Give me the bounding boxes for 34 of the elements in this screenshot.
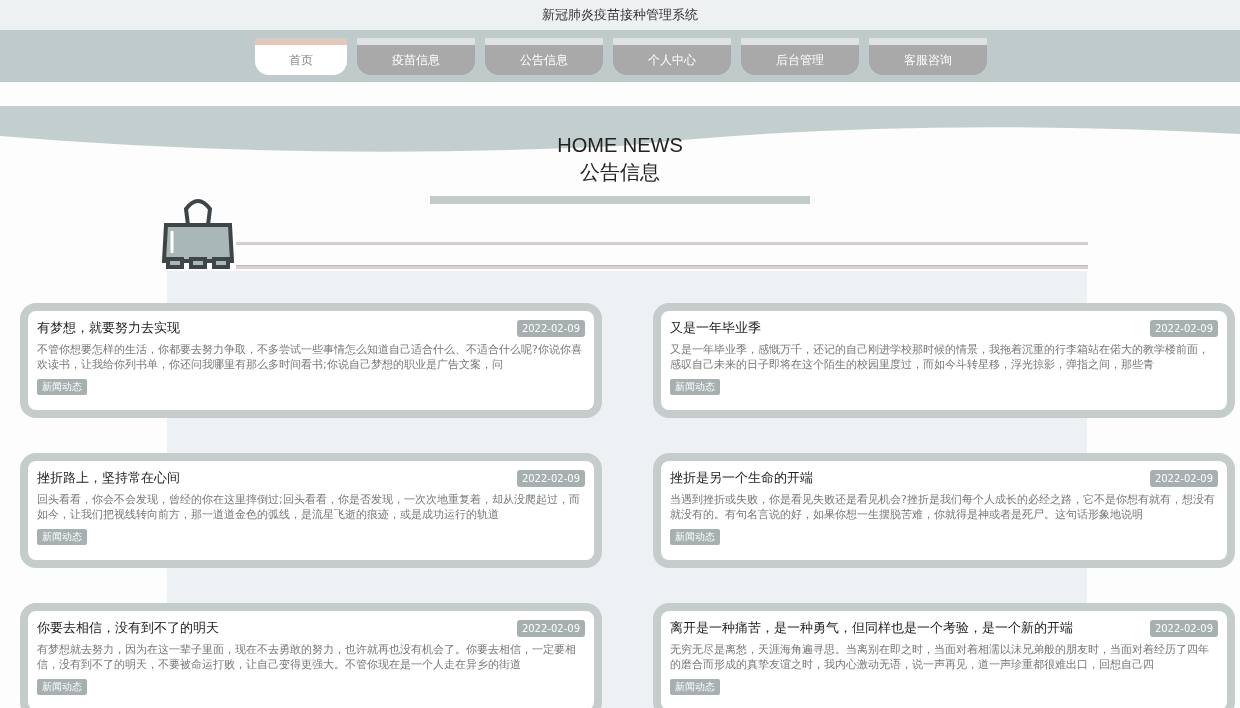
news-card[interactable]: 有梦想，就要努力去实现 2022-02-09 不管你想要怎样的生活，你都要去努力争取，不多尝试一些事情怎么知道自己适合什么、不适合什么呢?你说你喜欢读书，让我给你列书单，你还问我哪里有那么多时间看书;你说自己梦想的职业是广告文案，问 新闻动态	[20, 303, 602, 418]
news-title: 又是一年毕业季	[670, 319, 761, 337]
news-card[interactable]: 你要去相信，没有到不了的明天 2022-02-09 有梦想就去努力，因为在这一辈子里面，现在不去勇敢的努力，也许就再也没有机会了。你要去相信，一定要相信，没有到不了的明天，不要被命运打败，让自己变得更强大。不管你现在是一个人走在异乡的街道 新闻动态	[20, 603, 602, 708]
news-date: 2022-02-09	[1149, 319, 1218, 337]
news-tag: 新闻动态	[670, 529, 720, 545]
news-title: 离开是一种痛苦，是一种勇气，但同样也是一个考验，是一个新的开端	[670, 619, 1073, 637]
section-title: 公告信息	[580, 159, 660, 186]
news-excerpt: 无穷无尽是离愁，天涯海角遍寻思。当离别在即之时，当面对着相濡以沫兄弟般的朋友时，当面对着经历了四年的磨合而形成的真挚友谊之时，我内心激动无语，说一声再见，道一声珍重都很难出口，回想自己四	[670, 642, 1210, 672]
news-card[interactable]: 挫折路上，坚持常在心间 2022-02-09 回头看看，你会不会发现，曾经的你在这里摔倒过;回头看看，你是否发现，一次次地重复着，却从没爬起过，而如今，让我们把视线转向前方，那一道道金色的弧线，是流星飞逝的痕迹，或是成功运行的轨道 新闻动态	[20, 453, 602, 568]
news-excerpt: 又是一年毕业季，感慨万千，还记的自己刚进学校那时候的情景，我拖着沉重的行李箱站在偌大的教学楼前面，感叹自己未来的日子即将在这个陌生的校园里度过，而如今斗转星移，浮光掠影，弹指之间，那些青	[670, 342, 1210, 372]
site-title: 新冠肺炎疫苗接种管理系统	[542, 6, 698, 24]
news-title: 挫折是另一个生命的开端	[670, 469, 813, 487]
news-date: 2022-02-09	[516, 469, 585, 487]
news-date: 2022-02-09	[516, 319, 585, 337]
news-card[interactable]: 离开是一种痛苦，是一种勇气，但同样也是一个考验，是一个新的开端 2022-02-09 无穷无尽是离愁，天涯海角遍寻思。当离别在即之时，当面对着相濡以沫兄弟般的朋友时，当面对着经历了四年的磨合而形成的真挚友谊之时，我内心激动无语，说一声再见，道一声珍重都很难出口，回想自己四 新闻动态	[653, 603, 1235, 708]
news-tag: 新闻动态	[37, 379, 87, 395]
news-card[interactable]: 又是一年毕业季 2022-02-09 又是一年毕业季，感慨万千，还记的自己刚进学校那时候的情景，我拖着沉重的行李箱站在偌大的教学楼前面，感叹自己未来的日子即将在这个陌生的校园里度过，而如今斗转星移，浮光掠影，弹指之间，那些青 新闻动态	[653, 303, 1235, 418]
news-excerpt: 有梦想就去努力，因为在这一辈子里面，现在不去勇敢的努力，也许就再也没有机会了。你要去相信，一定要相信，没有到不了的明天，不要被命运打败，让自己变得更强大。不管你现在是一个人走在异乡的街道	[37, 642, 577, 672]
news-excerpt: 当遇到挫折或失败，你是看见失败还是看见机会?挫折是我们每个人成长的必经之路，它不是你想有就有，想没有就没有的。有句名言说的好，如果你想一生摆脱苦难，你就得是神或者是死尸。这句话形象地说明	[670, 492, 1216, 522]
news-card[interactable]: 挫折是另一个生命的开端 2022-02-09 当遇到挫折或失败，你是看见失败还是看见机会?挫折是我们每个人成长的必经之路，它不是你想有就有，想没有就没有的。有句名言说的好，如果你想一生摆脱苦难，你就得是神或者是死尸。这句话形象地说明 新闻动态	[653, 453, 1235, 568]
news-excerpt: 不管你想要怎样的生活，你都要去努力争取，不多尝试一些事情怎么知道自己适合什么、不适合什么呢?你说你喜欢读书，让我给你列书单，你还问我哪里有那么多时间看书;你说自己梦想的职业是广告文案，问	[37, 342, 583, 372]
news-tag: 新闻动态	[670, 379, 720, 395]
news-date: 2022-02-09	[1149, 619, 1218, 637]
news-tag: 新闻动态	[37, 679, 87, 695]
news-date: 2022-02-09	[1149, 469, 1218, 487]
section-title-english: HOME NEWS	[557, 134, 683, 157]
news-tag: 新闻动态	[37, 529, 87, 545]
news-excerpt: 回头看看，你会不会发现，曾经的你在这里摔倒过;回头看看，你是否发现，一次次地重复着，却从没爬起过，而如今，让我们把视线转向前方，那一道道金色的弧线，是流星飞逝的痕迹，或是成功运行的轨道	[37, 492, 581, 522]
news-date: 2022-02-09	[516, 619, 585, 637]
news-title: 有梦想，就要努力去实现	[37, 319, 180, 337]
news-title: 你要去相信，没有到不了的明天	[37, 619, 219, 637]
news-title: 挫折路上，坚持常在心间	[37, 469, 180, 487]
nav-tab[interactable]: 首页	[255, 38, 347, 75]
news-tag: 新闻动态	[670, 679, 720, 695]
